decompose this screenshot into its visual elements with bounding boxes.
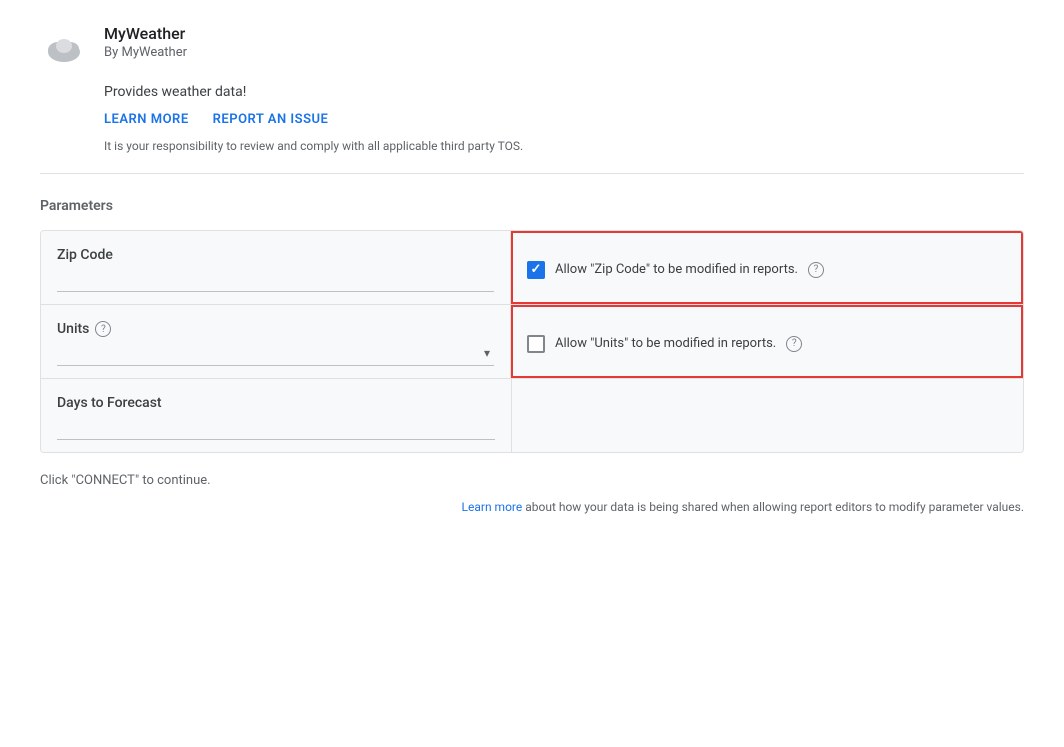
table-row: Units ? ▾ Allow "Units" to be modif (41, 305, 1023, 379)
zip-code-label-row: Zip Code (57, 247, 494, 263)
zip-code-input[interactable] (57, 271, 494, 292)
days-input[interactable] (57, 419, 495, 440)
zip-code-allow-label: Allow "Zip Code" to be modified in repor… (555, 262, 798, 277)
app-description: Provides weather data! (104, 84, 1024, 100)
zip-code-right: ✓ Allow "Zip Code" to be modified in rep… (511, 231, 1023, 304)
zip-code-left: Zip Code (41, 231, 511, 304)
units-checkbox-container: Allow "Units" to be modified in reports.… (527, 335, 802, 353)
tos-text: It is your responsibility to review and … (104, 139, 1024, 153)
table-row: Days to Forecast (41, 379, 1023, 452)
units-checkbox[interactable] (527, 335, 545, 353)
zip-code-checkbox-container: ✓ Allow "Zip Code" to be modified in rep… (527, 261, 824, 279)
units-allow-help-icon[interactable]: ? (786, 336, 802, 352)
app-subtitle: By MyWeather (104, 45, 187, 60)
learn-more-footer-link[interactable]: Learn more (462, 500, 523, 514)
days-left: Days to Forecast (41, 379, 511, 452)
units-label-row: Units ? (57, 321, 494, 337)
learn-more-footer-suffix: about how your data is being shared when… (522, 500, 1024, 514)
units-dropdown-wrapper: ▾ (57, 345, 494, 366)
units-right: Allow "Units" to be modified in reports.… (511, 305, 1023, 378)
units-left: Units ? ▾ (41, 305, 511, 378)
parameters-title: Parameters (40, 198, 1024, 214)
units-help-icon[interactable]: ? (95, 321, 111, 337)
days-label: Days to Forecast (57, 395, 162, 411)
units-dropdown[interactable] (57, 345, 494, 366)
table-row: Zip Code ✓ Allow "Zip Code" to be modifi… (41, 231, 1023, 305)
units-label: Units (57, 321, 89, 337)
app-title: MyWeather (104, 24, 187, 43)
days-label-row: Days to Forecast (57, 395, 495, 411)
learn-more-footer: Learn more about how your data is being … (40, 500, 1024, 514)
learn-more-link[interactable]: LEARN MORE (104, 112, 189, 127)
app-icon (40, 24, 88, 72)
footer-section: Click "CONNECT" to continue. Learn more … (40, 473, 1024, 514)
divider (40, 173, 1024, 174)
units-allow-label: Allow "Units" to be modified in reports. (555, 336, 776, 351)
zip-code-checkbox[interactable]: ✓ (527, 261, 545, 279)
parameters-table: Zip Code ✓ Allow "Zip Code" to be modifi… (40, 230, 1024, 453)
report-issue-link[interactable]: REPORT AN ISSUE (213, 112, 329, 127)
zip-code-label: Zip Code (57, 247, 113, 263)
header-section: MyWeather By MyWeather (40, 24, 1024, 72)
page-container: MyWeather By MyWeather Provides weather … (0, 0, 1064, 554)
action-links: LEARN MORE REPORT AN ISSUE (104, 112, 1024, 127)
check-icon: ✓ (531, 263, 542, 276)
header-text: MyWeather By MyWeather (104, 24, 187, 60)
parameters-section: Parameters Zip Code ✓ Allow "Zip Code" (40, 198, 1024, 453)
connect-hint: Click "CONNECT" to continue. (40, 473, 1024, 488)
zip-code-help-icon[interactable]: ? (808, 262, 824, 278)
days-right (511, 379, 1023, 452)
